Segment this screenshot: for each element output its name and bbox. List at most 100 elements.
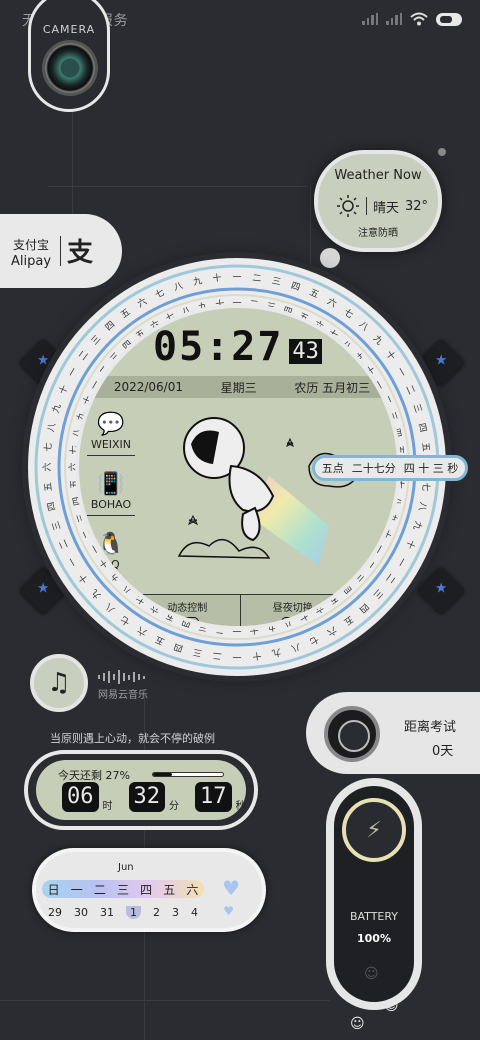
calendar-day: 2	[153, 906, 160, 919]
weather-row: 晴天 32°	[336, 194, 428, 218]
ring-glyph: 七	[420, 482, 432, 492]
weixin-app[interactable]: 💬 WEIXIN	[85, 412, 137, 456]
signal-icon	[386, 13, 402, 25]
calendar-day: 31	[100, 906, 114, 919]
countdown-panel: 今天还剩 27% 06 时 32 分 17 秒	[36, 760, 246, 820]
ring-glyph: 一	[232, 273, 241, 283]
day-night-toggle[interactable]: 昼夜切换	[241, 595, 346, 626]
ring-glyph: 一	[67, 555, 80, 568]
weather-widget[interactable]: Weather Now 晴天 32° 注意防晒	[314, 150, 442, 252]
ring-glyph: 九	[371, 333, 385, 347]
ring-glyph: 九	[50, 402, 63, 414]
weekday-label: 日	[47, 882, 60, 897]
ring-glyph: 八	[173, 281, 185, 293]
exam-days: 0天	[432, 744, 454, 759]
ring-glyph: 二	[77, 349, 90, 362]
clock-time: 05:27	[153, 324, 284, 370]
ring-glyph: 五	[154, 633, 166, 646]
toggle-switch[interactable]	[280, 617, 305, 626]
ring-glyph: 八	[290, 641, 302, 653]
weekday-label: 六	[186, 882, 199, 897]
toggle-label: 动态控制	[167, 603, 208, 614]
ring-glyph: 八	[357, 320, 370, 333]
countdown-row: 06 时 32 分 17 秒	[62, 782, 258, 812]
ring-glyph: 四	[46, 501, 58, 512]
calendar-day-today: 1	[126, 906, 141, 919]
app-label: WEIXIN	[90, 438, 132, 451]
ring-glyph: 二	[383, 572, 396, 585]
battery-widget[interactable]: ⚡ BATTERY 100% ☺	[326, 778, 422, 1010]
music-app-name: 网易云音乐	[98, 690, 148, 701]
calendar-day: 4	[191, 906, 198, 919]
dynamic-control-toggle[interactable]: 动态控制	[135, 595, 241, 626]
ring-glyph: 一	[394, 555, 407, 568]
weekday-label: 四	[140, 882, 153, 897]
ring-glyph: 四	[357, 601, 370, 614]
quote-text: 当原则遇上心动，就会不停的破例	[50, 732, 215, 745]
ring-glyph: 三	[51, 520, 63, 532]
ring-glyph: 二	[252, 274, 262, 285]
camera-lens-icon	[45, 43, 95, 93]
qq-app[interactable]: 🐧 QQ	[85, 532, 137, 571]
date-text: 2022/06/01	[113, 380, 183, 394]
ring-glyph: 十	[252, 650, 262, 663]
calendar-widget[interactable]: Jun 日 一 二 三 四 五 六 29 30 31 1 2 3 4 ♥ ♥	[32, 848, 266, 932]
ring-glyph: 五	[44, 482, 55, 492]
app-label: QQ	[102, 558, 120, 571]
grid-line	[48, 186, 308, 187]
ring-glyph: 七	[342, 307, 356, 321]
heart-icon: ♥	[223, 904, 234, 918]
ring-glyph: 十	[212, 272, 222, 285]
toggle-bar: 动态控制 昼夜切换	[135, 594, 346, 626]
ring-glyph: 六	[41, 462, 53, 471]
remaining-title: 今天还剩 27%	[58, 769, 130, 782]
bohao-app[interactable]: 📳 BOHAO	[85, 472, 137, 516]
signal-icon	[362, 13, 378, 25]
astronaut-illustration	[177, 417, 358, 566]
divider	[87, 455, 135, 456]
camera-widget[interactable]: CAMERA	[28, 0, 110, 112]
time-tag-minute: 二十七分	[351, 462, 396, 475]
ring-glyph: 十	[403, 538, 418, 551]
ring-glyph: 七	[154, 287, 167, 301]
netease-music-button[interactable]: ♫	[30, 654, 88, 712]
ring-glyph: 八	[46, 422, 58, 433]
ring-glyph: 三	[371, 587, 384, 600]
seconds-value: 17	[195, 782, 232, 812]
remaining-progress-fill	[153, 773, 172, 776]
smiley-icon: ☺	[350, 1016, 365, 1032]
wifi-icon	[410, 12, 428, 26]
ring-glyph: 六	[135, 295, 149, 310]
toggle-switch[interactable]	[175, 617, 200, 626]
battery-status-icon	[436, 12, 462, 26]
smiley-icon: ☺	[384, 998, 399, 1014]
ring-glyph: 五	[119, 307, 132, 320]
ring-glyph: 十	[383, 348, 398, 362]
ring-glyph: 一	[67, 366, 80, 379]
ring-glyph: 六	[325, 624, 339, 639]
ring-glyph: 八	[416, 501, 428, 512]
ring-glyph: 三	[411, 403, 423, 415]
divider	[87, 515, 135, 516]
exam-countdown-widget[interactable]: 距离考试 0天	[306, 692, 480, 774]
ring-glyph: 十	[56, 383, 71, 396]
ring-glyph: 六	[325, 295, 339, 310]
time-tag-second: 四 十 三 秒	[403, 462, 459, 475]
ring-glyph: 二	[403, 384, 416, 396]
weather-tip: 注意防晒	[358, 228, 398, 239]
sun-icon	[337, 195, 359, 217]
minutes-unit: 分	[169, 801, 179, 812]
seconds-unit: 秒	[235, 801, 246, 812]
lunar-date-text: 农历 五月初三	[294, 380, 371, 395]
heart-icon: ♥	[222, 876, 240, 900]
weather-separator	[366, 197, 367, 215]
ring-glyph: 九	[89, 587, 103, 601]
day-remaining-widget: 今天还剩 27% 06 时 32 分 17 秒	[24, 750, 258, 830]
alipay-cn-label: 支付宝	[13, 238, 50, 252]
charging-bolt-icon: ⚡	[342, 798, 406, 862]
calendar-weekdays: 日 一 二 三 四 五 六	[42, 880, 204, 898]
music-wave-icon	[98, 670, 145, 684]
ring-glyph: 四	[290, 281, 302, 293]
ring-glyph: 六	[135, 624, 149, 639]
time-tag-hour: 五点	[321, 462, 344, 475]
